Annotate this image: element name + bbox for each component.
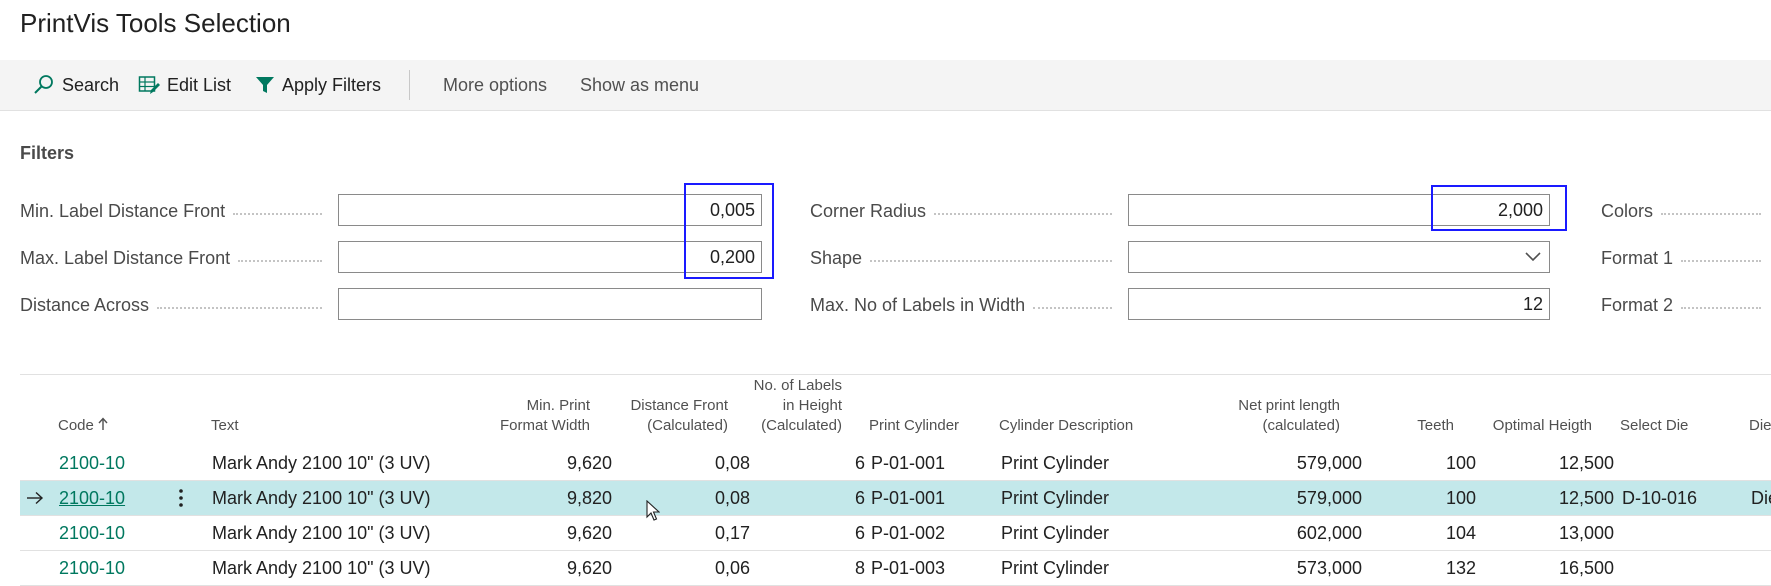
- edit-list-button[interactable]: Edit List: [138, 60, 231, 110]
- max-no-labels-width-label: Max. No of Labels in Width: [810, 288, 1122, 322]
- distance-across-label: Distance Across: [20, 288, 332, 322]
- search-label: Search: [62, 74, 120, 95]
- sort-ascending-icon: [98, 417, 108, 430]
- labels-in-height-cell: 8: [854, 557, 865, 578]
- format1-label: Format 1: [1601, 241, 1771, 275]
- col-header-print-cylinder[interactable]: Print Cylinder: [869, 416, 959, 436]
- teeth-cell: 100: [1445, 452, 1476, 473]
- min-label-distance-front-label: Min. Label Distance Front: [20, 194, 332, 228]
- toolbar-divider: [409, 70, 410, 100]
- code-link[interactable]: 2100-10: [59, 446, 125, 480]
- shape-select[interactable]: [1128, 241, 1550, 273]
- text-cell: Mark Andy 2100 10" (3 UV): [212, 522, 431, 543]
- corner-radius-label: Corner Radius: [810, 194, 1122, 228]
- col-header-optimal-height[interactable]: Optimal Heigth: [1470, 416, 1592, 436]
- format2-label: Format 2: [1601, 288, 1771, 322]
- highlight-box-distance-front: [684, 183, 774, 279]
- die-cell: Die: [1751, 487, 1771, 508]
- table-row[interactable]: 2100-10 Mark Andy 2100 10" (3 UV) 9,620 …: [20, 516, 1771, 551]
- cylinder-description-cell: Print Cylinder: [1001, 557, 1110, 578]
- code-link[interactable]: 2100-10: [59, 551, 125, 585]
- distance-across-input[interactable]: [338, 288, 762, 320]
- apply-filters-button[interactable]: Apply Filters: [255, 60, 381, 110]
- print-cylinder-cell: P-01-003: [871, 557, 946, 578]
- grid-top-divider: [20, 374, 1771, 375]
- cylinder-description-cell: Print Cylinder: [1001, 452, 1110, 473]
- code-link[interactable]: 2100-10: [59, 481, 125, 515]
- cylinder-description-cell: Print Cylinder: [1001, 487, 1110, 508]
- labels-in-height-cell: 6: [854, 452, 865, 473]
- filters-heading: Filters: [20, 143, 75, 163]
- col-header-distance-front[interactable]: Distance Front (Calculated): [600, 396, 728, 436]
- table-row[interactable]: 2100-10 Mark Andy 2100 10" (3 UV) 9,620 …: [20, 551, 1771, 586]
- col-header-select-die[interactable]: Select Die: [1620, 416, 1688, 436]
- optimal-height-cell: 13,000: [1558, 522, 1614, 543]
- teeth-cell: 132: [1445, 557, 1476, 578]
- highlight-box-corner-radius: [1431, 185, 1567, 231]
- search-button[interactable]: Search: [33, 60, 119, 110]
- col-header-code[interactable]: Code: [58, 416, 108, 436]
- more-options-button[interactable]: More options: [443, 60, 547, 110]
- labels-in-height-cell: 6: [854, 487, 865, 508]
- row-selected-arrow-icon: [26, 481, 44, 515]
- print-cylinder-cell: P-01-001: [871, 452, 946, 473]
- optimal-height-cell: 12,500: [1558, 487, 1614, 508]
- distance-front-cell: 0,08: [714, 452, 750, 473]
- net-print-length-cell: 602,000: [1296, 522, 1362, 543]
- col-header-net-print-length[interactable]: Net print length (calculated): [1180, 396, 1340, 436]
- col-header-text[interactable]: Text: [211, 416, 239, 436]
- show-as-menu-button[interactable]: Show as menu: [580, 60, 699, 110]
- distance-front-cell: 0,08: [714, 487, 750, 508]
- min-print-cell: 9,620: [566, 452, 612, 473]
- chevron-down-icon: [1525, 252, 1541, 262]
- min-print-cell: 9,820: [566, 487, 612, 508]
- print-cylinder-cell: P-01-001: [871, 487, 946, 508]
- search-icon: [34, 75, 53, 94]
- shape-label: Shape: [810, 241, 1122, 275]
- col-header-die[interactable]: Die: [1749, 416, 1771, 436]
- col-header-labels-in-height[interactable]: No. of Labels in Height (Calculated): [738, 376, 842, 436]
- colors-label: Colors: [1601, 194, 1771, 228]
- page-title: PrintVis Tools Selection: [20, 8, 291, 38]
- net-print-length-cell: 573,000: [1296, 557, 1362, 578]
- text-cell: Mark Andy 2100 10" (3 UV): [212, 487, 431, 508]
- col-header-min-print-format-width[interactable]: Min. Print Format Width: [460, 396, 590, 436]
- text-cell: Mark Andy 2100 10" (3 UV): [212, 557, 431, 578]
- distance-front-cell: 0,17: [714, 522, 750, 543]
- table-row[interactable]: 2100-10 Mark Andy 2100 10" (3 UV) 9,620 …: [20, 446, 1771, 481]
- apply-filters-label: Apply Filters: [282, 74, 382, 95]
- optimal-height-cell: 16,500: [1558, 557, 1614, 578]
- print-cylinder-cell: P-01-002: [871, 522, 946, 543]
- col-header-cylinder-description[interactable]: Cylinder Description: [999, 416, 1133, 436]
- labels-in-height-cell: 6: [854, 522, 865, 543]
- max-label-distance-front-label: Max. Label Distance Front: [20, 241, 332, 275]
- row-actions-icon[interactable]: [178, 481, 184, 515]
- teeth-cell: 100: [1445, 487, 1476, 508]
- filter-icon: [256, 77, 274, 93]
- distance-front-cell: 0,06: [714, 557, 750, 578]
- net-print-length-cell: 579,000: [1296, 452, 1362, 473]
- action-bar: Search Edit List Apply Filters More opti…: [0, 60, 1771, 111]
- edit-list-icon: [138, 76, 160, 94]
- optimal-height-cell: 12,500: [1558, 452, 1614, 473]
- code-link[interactable]: 2100-10: [59, 516, 125, 550]
- cylinder-description-cell: Print Cylinder: [1001, 522, 1110, 543]
- min-print-cell: 9,620: [566, 557, 612, 578]
- table-row-selected[interactable]: 2100-10 Mark Andy 2100 10" (3 UV) 9,820 …: [20, 481, 1771, 516]
- col-header-teeth[interactable]: Teeth: [1380, 416, 1454, 436]
- edit-list-label: Edit List: [167, 74, 232, 95]
- select-die-cell[interactable]: D-10-016: [1622, 481, 1697, 515]
- max-no-labels-width-input[interactable]: 12: [1128, 288, 1550, 320]
- text-cell: Mark Andy 2100 10" (3 UV): [212, 452, 431, 473]
- teeth-cell: 104: [1445, 522, 1476, 543]
- min-print-cell: 9,620: [566, 522, 612, 543]
- mouse-pointer-icon: [646, 500, 660, 521]
- net-print-length-cell: 579,000: [1296, 487, 1362, 508]
